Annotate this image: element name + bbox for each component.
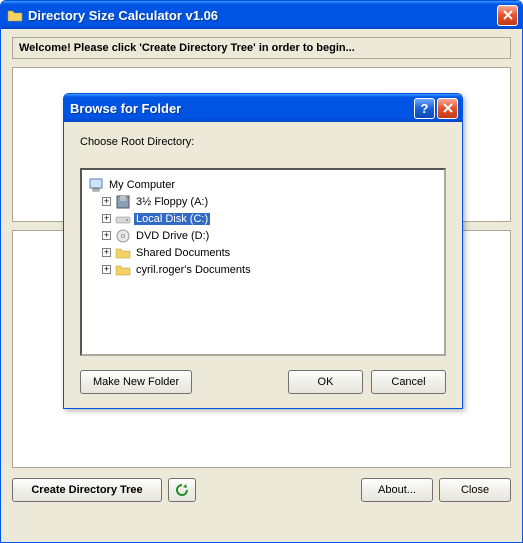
disk-icon — [115, 211, 131, 227]
computer-icon — [88, 177, 104, 193]
cancel-button[interactable]: Cancel — [371, 370, 446, 394]
expander-icon[interactable]: + — [102, 197, 111, 206]
tree-item-label: cyril.roger's Documents — [134, 264, 253, 276]
main-titlebar[interactable]: Directory Size Calculator v1.06 — [1, 1, 522, 29]
help-icon: ? — [421, 101, 429, 116]
dialog-button-row: Make New Folder OK Cancel — [80, 370, 446, 394]
about-button[interactable]: About... — [361, 478, 433, 502]
refresh-button[interactable] — [168, 478, 196, 502]
main-window-title: Directory Size Calculator v1.06 — [28, 8, 497, 23]
main-close-button[interactable] — [497, 5, 518, 26]
floppy-icon — [115, 194, 131, 210]
tree-item-label: Shared Documents — [134, 247, 232, 259]
dialog-titlebar[interactable]: Browse for Folder ? — [64, 94, 462, 122]
expander-icon[interactable]: + — [102, 231, 111, 240]
refresh-icon — [174, 482, 190, 498]
tree-item-dvd-drive[interactable]: + DVD Drive (D:) — [86, 227, 440, 244]
expander-icon[interactable]: + — [102, 265, 111, 274]
folder-icon — [115, 262, 131, 278]
expander-icon[interactable]: + — [102, 214, 111, 223]
welcome-message: Welcome! Please click 'Create Directory … — [12, 37, 511, 59]
folder-icon — [115, 245, 131, 261]
expander-icon[interactable]: + — [102, 248, 111, 257]
tree-item-shared-docs[interactable]: + Shared Documents — [86, 244, 440, 261]
main-window: Directory Size Calculator v1.06 Welcome!… — [0, 0, 523, 543]
create-directory-tree-button[interactable]: Create Directory Tree — [12, 478, 162, 502]
tree-item-user-docs[interactable]: + cyril.roger's Documents — [86, 261, 440, 278]
cd-icon — [115, 228, 131, 244]
tree-root-label: My Computer — [107, 179, 177, 191]
tree-item-local-disk[interactable]: + Local Disk (C:) — [86, 210, 440, 227]
ok-button[interactable]: OK — [288, 370, 363, 394]
tree-root-my-computer[interactable]: My Computer — [86, 176, 440, 193]
dialog-instruction: Choose Root Directory: — [80, 136, 446, 148]
browse-folder-dialog: Browse for Folder ? Choose Root Director… — [63, 93, 463, 409]
dialog-close-button[interactable] — [437, 98, 458, 119]
tree-item-label: DVD Drive (D:) — [134, 230, 211, 242]
dialog-body: Choose Root Directory: My Computer + 3½ … — [64, 122, 462, 408]
tree-item-label: 3½ Floppy (A:) — [134, 196, 210, 208]
bottom-toolbar: Create Directory Tree About... Close — [12, 478, 511, 502]
tree-item-floppy[interactable]: + 3½ Floppy (A:) — [86, 193, 440, 210]
tree-item-label: Local Disk (C:) — [134, 213, 210, 225]
dialog-title: Browse for Folder — [70, 101, 414, 116]
make-new-folder-button[interactable]: Make New Folder — [80, 370, 192, 394]
folder-tree[interactable]: My Computer + 3½ Floppy (A:) + Local Dis… — [80, 168, 446, 356]
app-folder-icon — [7, 7, 23, 23]
dialog-help-button[interactable]: ? — [414, 98, 435, 119]
close-button[interactable]: Close — [439, 478, 511, 502]
